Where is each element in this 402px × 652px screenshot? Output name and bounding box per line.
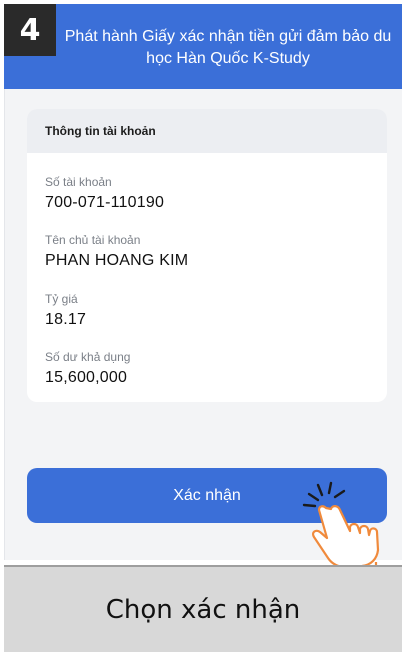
account-number-value: 700-071-110190: [45, 194, 165, 211]
exchange-rate-label: Tỷ giá: [45, 292, 78, 306]
page-header: 4 Phát hành Giấy xác nhận tiền gửi đảm b…: [4, 4, 402, 89]
step-number: 4: [19, 12, 41, 48]
step-number-badge: 4: [4, 4, 56, 56]
card-title: Thông tin tài khoản: [27, 109, 387, 153]
exchange-rate-value: 18.17: [45, 311, 87, 328]
instruction-caption: Chọn xác nhận: [4, 565, 402, 652]
account-holder-field: Tên chủ tài khoản PHAN HOANG KIM: [45, 232, 188, 272]
account-number-label: Số tài khoản: [45, 175, 112, 189]
account-holder-label: Tên chủ tài khoản: [45, 233, 141, 247]
account-info-card: Thông tin tài khoản Số tài khoản 700-071…: [27, 109, 387, 402]
available-balance-label: Số dư khả dụng: [45, 350, 131, 364]
page-title: Phát hành Giấy xác nhận tiền gửi đảm bảo…: [64, 28, 392, 67]
available-balance-value: 15,600,000: [45, 369, 128, 386]
available-balance-field: Số dư khả dụng 15,600,000: [45, 349, 130, 389]
account-holder-value: PHAN HOANG KIM: [45, 252, 189, 269]
exchange-rate-field: Tỷ giá 18.17: [45, 291, 86, 331]
account-number-field: Số tài khoản 700-071-110190: [45, 174, 164, 214]
